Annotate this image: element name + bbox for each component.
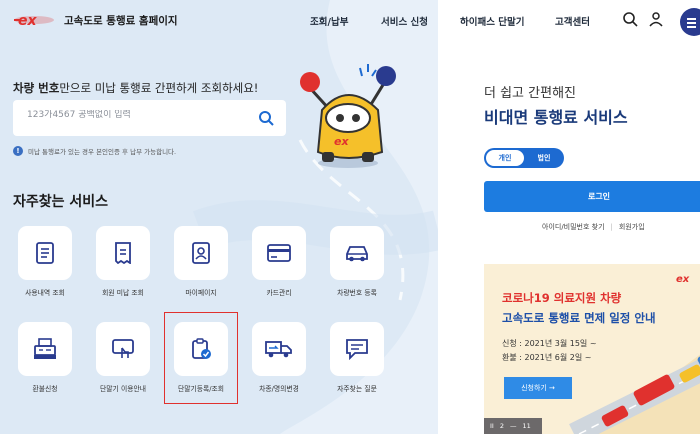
toggle-personal[interactable]: 개인 [486,150,524,166]
search-icon[interactable] [622,11,638,27]
touch-screen-icon [112,339,134,358]
header: ex 고속도로 통행료 홈페이지 조회/납부 서비스 신청 [0,0,438,40]
service-refund[interactable]: 환불신청 [13,322,77,393]
search-icon[interactable] [258,110,274,126]
service-label: 차종/명의변경 [259,385,299,393]
page-current: 2 [499,422,504,430]
menu-button[interactable] [680,8,700,36]
login-links: 아이디/비밀번호 찾기 | 회원가입 [542,222,645,232]
service-card-management[interactable]: 카드관리 [247,226,311,297]
svg-text:ex: ex [334,135,349,148]
login-button[interactable]: 로그인 [484,181,700,212]
member-type-toggle: 개인 법인 [484,148,564,168]
service-label: 마이페이지 [185,289,217,297]
nav-service-apply[interactable]: 서비스 신청 [381,14,428,28]
service-faq[interactable]: 자주찾는 질문 [325,322,389,393]
find-id-password-link[interactable]: 아이디/비밀번호 찾기 [542,222,605,232]
profile-card-icon [192,242,210,264]
promo-line-2: 비대면 통행료 서비스 [484,108,628,127]
nav-hipass-device[interactable]: 하이패스 단말기 [460,14,525,28]
banner-refund-date: 환불 : 2021년 6월 2일 ~ [502,353,592,362]
promo-banner[interactable]: ex 코로나19 의료지원 차량 고속도로 통행료 면제 일정 안내 신청 : … [484,264,700,434]
notice-text: 미납 통행료가 있는 경우 본인인증 후 납부 가능합니다. [28,148,177,156]
site-logo[interactable]: ex 고속도로 통행료 홈페이지 [14,11,178,29]
nav-inquiry-payment[interactable]: 조회/납부 [310,14,348,28]
signup-link[interactable]: 회원가입 [619,222,645,232]
notice: ! 미납 통행료가 있는 경우 본인인증 후 납부 가능합니다. [13,146,176,156]
banner-apply-button[interactable]: 신청하기 → [504,377,572,399]
service-label: 단말기 이용안내 [100,385,146,393]
service-member-unpaid[interactable]: 회원 미납 조회 [91,226,155,297]
banner-pagination: II 2 — 11 [484,418,542,434]
menu-icon [687,18,696,20]
service-mypage[interactable]: 마이페이지 [169,226,233,297]
highlight-box [164,312,238,404]
service-label: 카드관리 [266,289,292,297]
frequent-services-title: 자주찾는 서비스 [13,194,109,210]
menu-icon-bar [687,26,696,28]
service-label: 사용내역 조회 [25,289,65,297]
car-icon [346,246,368,262]
user-icon[interactable] [648,11,664,27]
truck-change-icon [265,341,292,358]
banner-ex-logo: ex [676,274,690,285]
ex-logo-icon: ex [14,13,54,29]
credit-card-icon [267,244,291,262]
banner-title-1: 코로나19 의료지원 차량 [502,291,622,305]
promo-line-1: 더 쉽고 간편해진 [484,86,576,101]
service-label: 회원 미납 조회 [102,289,144,297]
link-separator: | [610,223,613,231]
search-title: 차량 번호만으로 미납 통행료 간편하게 조회하세요! [13,81,259,95]
banner-apply-date: 신청 : 2021년 3월 15일 ~ [502,339,597,348]
service-vehicle-change[interactable]: 차종/명의변경 [247,322,311,393]
service-label: 자주찾는 질문 [337,385,377,393]
menu-icon-bar [687,22,696,24]
left-panel: ex 고속도로 통행료 홈페이지 조회/납부 서비스 신청 차량 번호만으로 미… [0,0,438,434]
bill-icon [115,242,131,264]
service-device-guide[interactable]: 단말기 이용안내 [91,322,155,393]
pause-button[interactable]: II [490,422,494,430]
chat-bubble-icon [346,339,368,360]
page-separator: — [509,422,517,430]
service-label: 환불신청 [32,385,58,393]
search-box [13,100,286,136]
service-label: 차량번호 등록 [337,289,377,297]
logo-text: 고속도로 통행료 홈페이지 [64,14,178,27]
service-vehicle-register[interactable]: 차량번호 등록 [325,226,389,297]
info-icon: ! [13,146,23,156]
service-usage-history[interactable]: 사용내역 조회 [13,226,77,297]
toggle-corporate[interactable]: 법인 [526,150,562,166]
page-total: 11 [522,422,531,430]
receipt-list-icon [36,242,54,264]
svg-text:ex: ex [676,274,690,285]
mascot-car-character: ex [300,64,396,168]
banner-title-2: 고속도로 통행료 면제 일정 안내 [502,311,656,325]
svg-text:ex: ex [18,13,37,29]
cash-register-icon [34,338,56,359]
nav-customer-center[interactable]: 고객센터 [555,14,590,28]
right-panel: 하이패스 단말기 고객센터 더 쉽고 간편해진 비대면 통행료 서비스 개인 법… [438,0,700,434]
vehicle-number-input[interactable] [27,110,227,120]
